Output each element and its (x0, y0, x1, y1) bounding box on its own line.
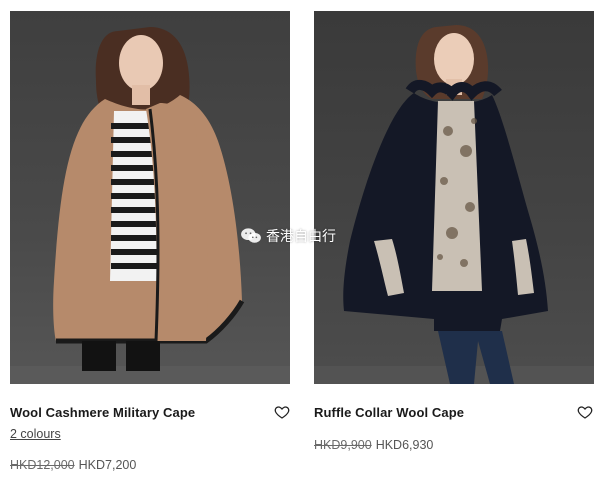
original-price: HKD9,900 (314, 438, 372, 452)
product-card[interactable]: Ruffle Collar Wool Cape HKD9,900 HKD6,930 (314, 0, 594, 452)
product-name[interactable]: Wool Cashmere Military Cape (10, 405, 195, 420)
sale-price: HKD6,930 (375, 438, 434, 452)
watermark-text: 香港自由行 (266, 228, 336, 244)
original-price: HKD12,000 (10, 458, 75, 472)
heart-outline-icon[interactable] (274, 404, 290, 420)
wechat-icon (241, 228, 261, 243)
price-block: HKD9,900 HKD6,930 (314, 438, 433, 452)
sale-price: HKD7,200 (78, 458, 137, 472)
colour-options-link[interactable]: 2 colours (10, 427, 61, 441)
watermark: 香港自由行 (240, 226, 336, 246)
price-block: HKD12,000 HKD7,200 (10, 458, 136, 472)
product-name[interactable]: Ruffle Collar Wool Cape (314, 405, 464, 420)
model-in-navy-cape-illustration (314, 25, 594, 384)
product-card[interactable]: Wool Cashmere Military Cape 2 colours HK… (10, 0, 290, 472)
heart-outline-icon[interactable] (577, 404, 593, 420)
product-image[interactable] (314, 11, 594, 384)
model-in-camel-cape-illustration (10, 27, 290, 384)
product-image[interactable] (10, 11, 290, 384)
